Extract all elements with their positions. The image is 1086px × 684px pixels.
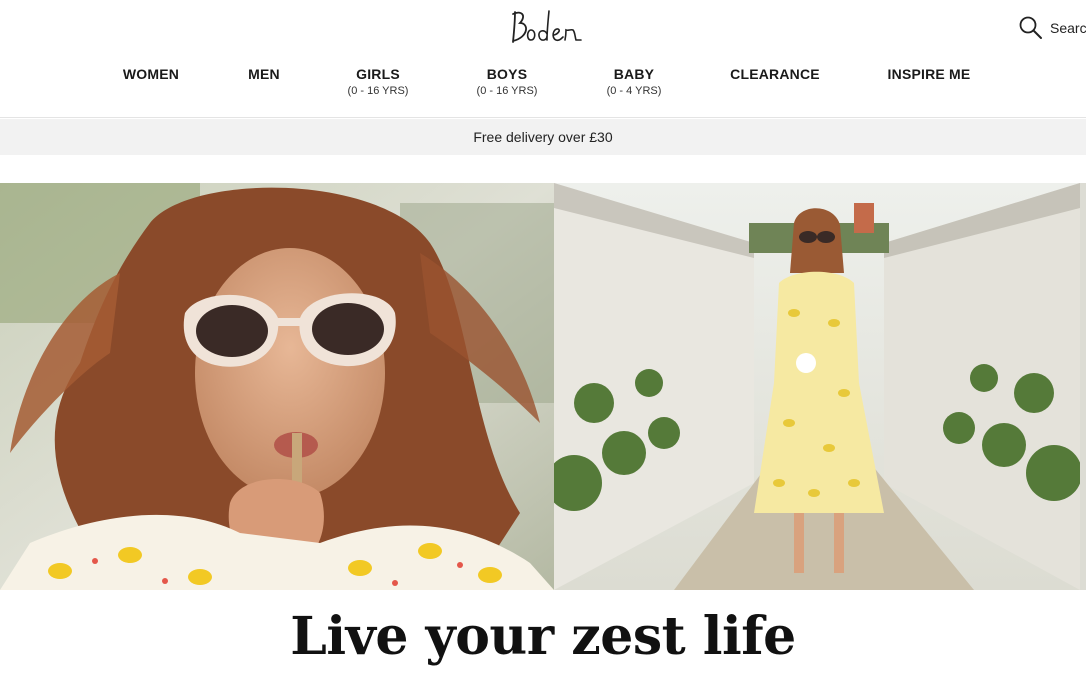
nav-item-label: CLEARANCE [730,66,820,82]
boden-logo[interactable] [505,6,585,48]
hero-headline[interactable]: Live your zest life [0,606,1086,667]
nav-item-age-range: (0 - 16 YRS) [476,85,538,97]
nav-item-age-range: (0 - 16 YRS) [347,85,409,97]
nav-item-women[interactable]: WOMEN [118,66,184,82]
site-header: Search WOMEN MEN GIRLS (0 - 16 YRS) BOYS… [0,0,1086,118]
hero-banner[interactable] [0,183,1086,590]
boden-logo-mark [512,10,582,43]
nav-item-boys[interactable]: BOYS (0 - 16 YRS) [467,66,547,97]
nav-item-label: GIRLS [356,66,400,82]
main-nav: WOMEN MEN GIRLS (0 - 16 YRS) BOYS (0 - 1… [0,66,1086,106]
nav-item-label: INSPIRE ME [887,66,971,82]
nav-item-clearance[interactable]: CLEARANCE [722,66,828,82]
nav-item-age-range: (0 - 4 YRS) [606,85,662,97]
hero-image-next-peek [1080,183,1086,590]
nav-item-label: WOMEN [122,66,180,82]
nav-item-baby[interactable]: BABY (0 - 4 YRS) [596,66,672,97]
nav-item-inspire-me[interactable]: INSPIRE ME [880,66,978,82]
hero-image-woman-in-alley[interactable] [554,183,1080,590]
promo-banner[interactable]: Free delivery over £30 [0,119,1086,155]
nav-item-girls[interactable]: GIRLS (0 - 16 YRS) [338,66,418,97]
search-button[interactable]: Search [1018,14,1086,42]
nav-item-men[interactable]: MEN [240,66,288,82]
hero-image-woman-drinking[interactable] [0,183,554,590]
search-icon [1018,15,1044,41]
search-label: Search [1050,20,1086,36]
nav-item-label: BABY [613,66,655,82]
promo-text: Free delivery over £30 [473,129,613,145]
nav-item-label: MEN [248,66,280,82]
nav-item-label: BOYS [486,66,528,82]
